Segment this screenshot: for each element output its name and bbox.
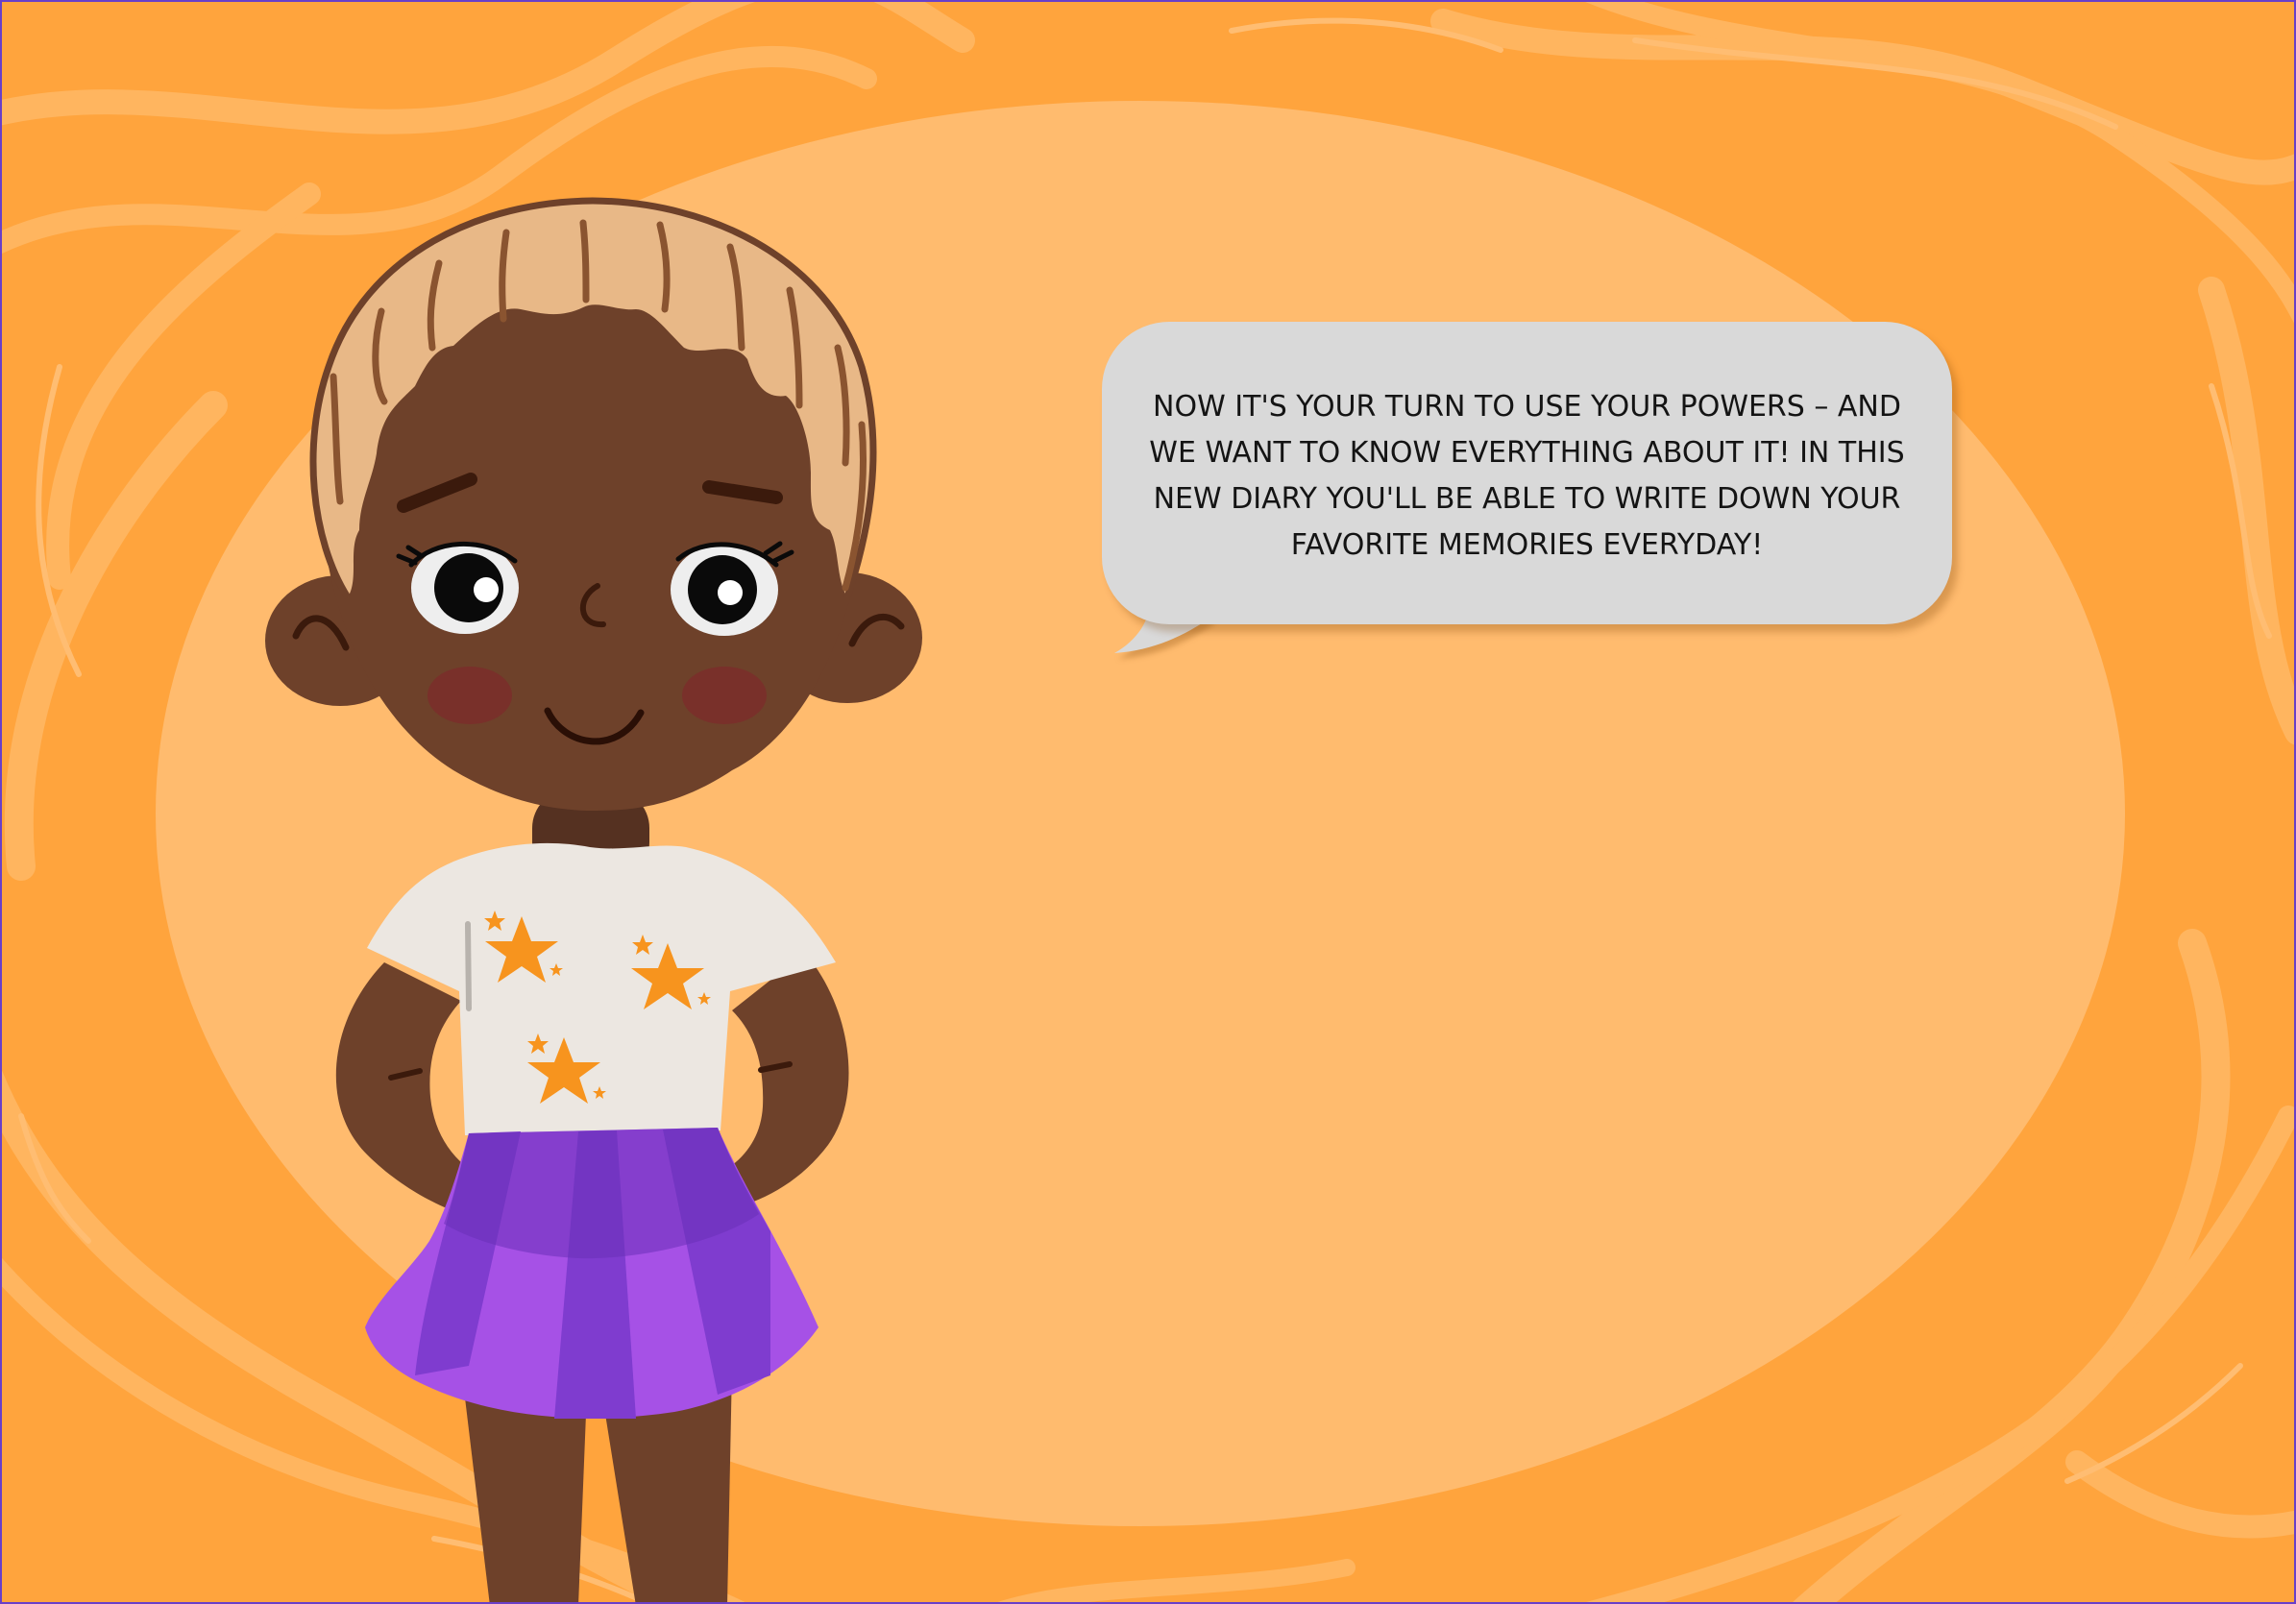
speech-bubble-text: NOW IT'S YOUR TURN TO USE YOUR POWERS – …: [1149, 390, 1905, 562]
shirt-seam: [465, 921, 472, 1011]
background-scene: [2, 2, 2294, 1602]
right-cheek: [682, 667, 767, 724]
page-frame: NOW IT'S YOUR TURN TO USE YOUR POWERS – …: [0, 0, 2296, 1604]
right-eye-highlight: [718, 580, 743, 605]
left-eye-highlight: [474, 577, 499, 602]
left-cheek: [427, 667, 512, 724]
